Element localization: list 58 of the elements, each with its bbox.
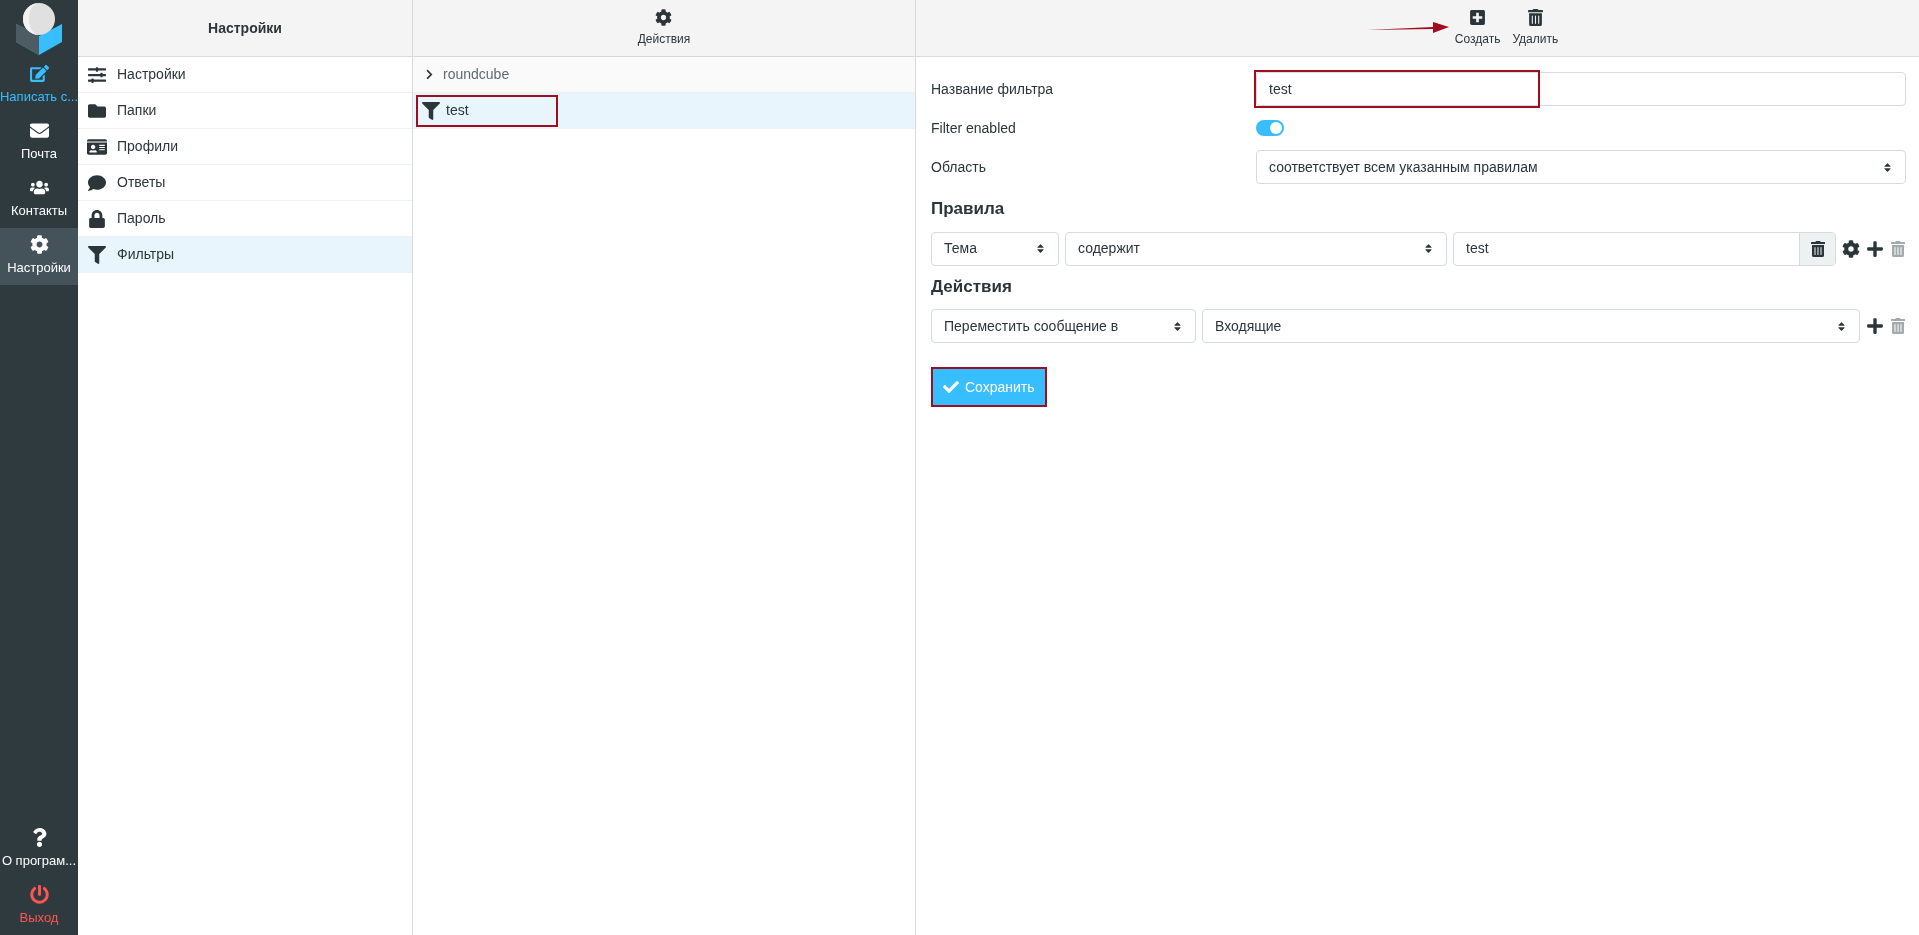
sort-caret-icon bbox=[1172, 320, 1183, 332]
envelope-icon bbox=[29, 121, 49, 141]
column-title: Настройки bbox=[208, 18, 282, 38]
chevron-icon bbox=[424, 69, 435, 80]
folder-icon bbox=[87, 101, 107, 120]
settings-icon bbox=[1842, 239, 1860, 258]
check-icon bbox=[943, 379, 959, 395]
trash-icon bbox=[1809, 240, 1826, 257]
plus-icon bbox=[1866, 239, 1884, 258]
filter-icon bbox=[422, 101, 440, 120]
add-rule-button[interactable] bbox=[1866, 239, 1884, 258]
toolbar-button[interactable]: Создать bbox=[1454, 8, 1501, 48]
select-field[interactable]: содержит bbox=[1065, 231, 1447, 266]
settings-item[interactable]: Фильтры bbox=[78, 237, 412, 273]
settings-item[interactable]: Ответы bbox=[78, 165, 412, 201]
field-label: Filter enabled bbox=[931, 118, 1017, 138]
plus-icon bbox=[1866, 317, 1884, 335]
power-icon bbox=[29, 885, 49, 905]
lock-icon bbox=[87, 209, 107, 228]
nav-item[interactable]: Выход bbox=[0, 878, 78, 935]
sort-caret-icon bbox=[1882, 161, 1893, 173]
filter-item[interactable]: test bbox=[416, 94, 558, 127]
section-heading: Действия bbox=[931, 275, 1013, 298]
select-field[interactable]: Тема bbox=[931, 231, 1059, 266]
trash-icon bbox=[1890, 240, 1906, 257]
settings-item[interactable]: Профили bbox=[78, 129, 412, 165]
settings-item[interactable]: Папки bbox=[78, 93, 412, 129]
rule-value-field[interactable]: test bbox=[1453, 231, 1836, 266]
filter-icon bbox=[87, 245, 107, 264]
trash-icon bbox=[1890, 318, 1906, 334]
sliders-icon bbox=[87, 65, 107, 84]
filter-name-field[interactable]: test bbox=[1256, 72, 1906, 106]
nav-item[interactable]: Почта bbox=[0, 114, 78, 171]
nav-item[interactable]: Настройки bbox=[0, 228, 78, 285]
filter-item[interactable]: roundcube bbox=[416, 58, 516, 91]
sort-caret-icon bbox=[1836, 320, 1847, 332]
field-label: Область bbox=[931, 157, 987, 177]
settings-icon bbox=[655, 8, 673, 26]
select-field[interactable]: Переместить сообщение в bbox=[931, 309, 1196, 343]
speech-bubble-icon bbox=[87, 173, 107, 192]
nav-item[interactable]: Написать с... bbox=[0, 57, 78, 114]
select-field[interactable]: соответствует всем указанным правилам bbox=[1256, 150, 1906, 184]
id-card-icon bbox=[87, 137, 107, 156]
settings-icon bbox=[29, 235, 49, 255]
sort-caret-icon bbox=[1423, 243, 1434, 254]
trash-icon bbox=[1526, 8, 1544, 26]
add-action-button[interactable] bbox=[1866, 317, 1884, 335]
toggle-switch[interactable] bbox=[1256, 120, 1284, 136]
field-label: Название фильтра bbox=[931, 79, 1055, 99]
actions-button[interactable]: Действия bbox=[637, 8, 691, 48]
settings-item[interactable]: Настройки bbox=[78, 57, 412, 93]
nav-item[interactable]: О програм... bbox=[0, 821, 78, 878]
sort-caret-icon bbox=[1035, 243, 1046, 254]
toolbar-button[interactable]: Удалить bbox=[1512, 8, 1559, 48]
select-field[interactable]: Входящие bbox=[1202, 309, 1860, 343]
nav-item[interactable]: Контакты bbox=[0, 171, 78, 228]
rule-settings-button[interactable] bbox=[1842, 239, 1860, 258]
section-heading: Правила bbox=[931, 198, 1006, 220]
